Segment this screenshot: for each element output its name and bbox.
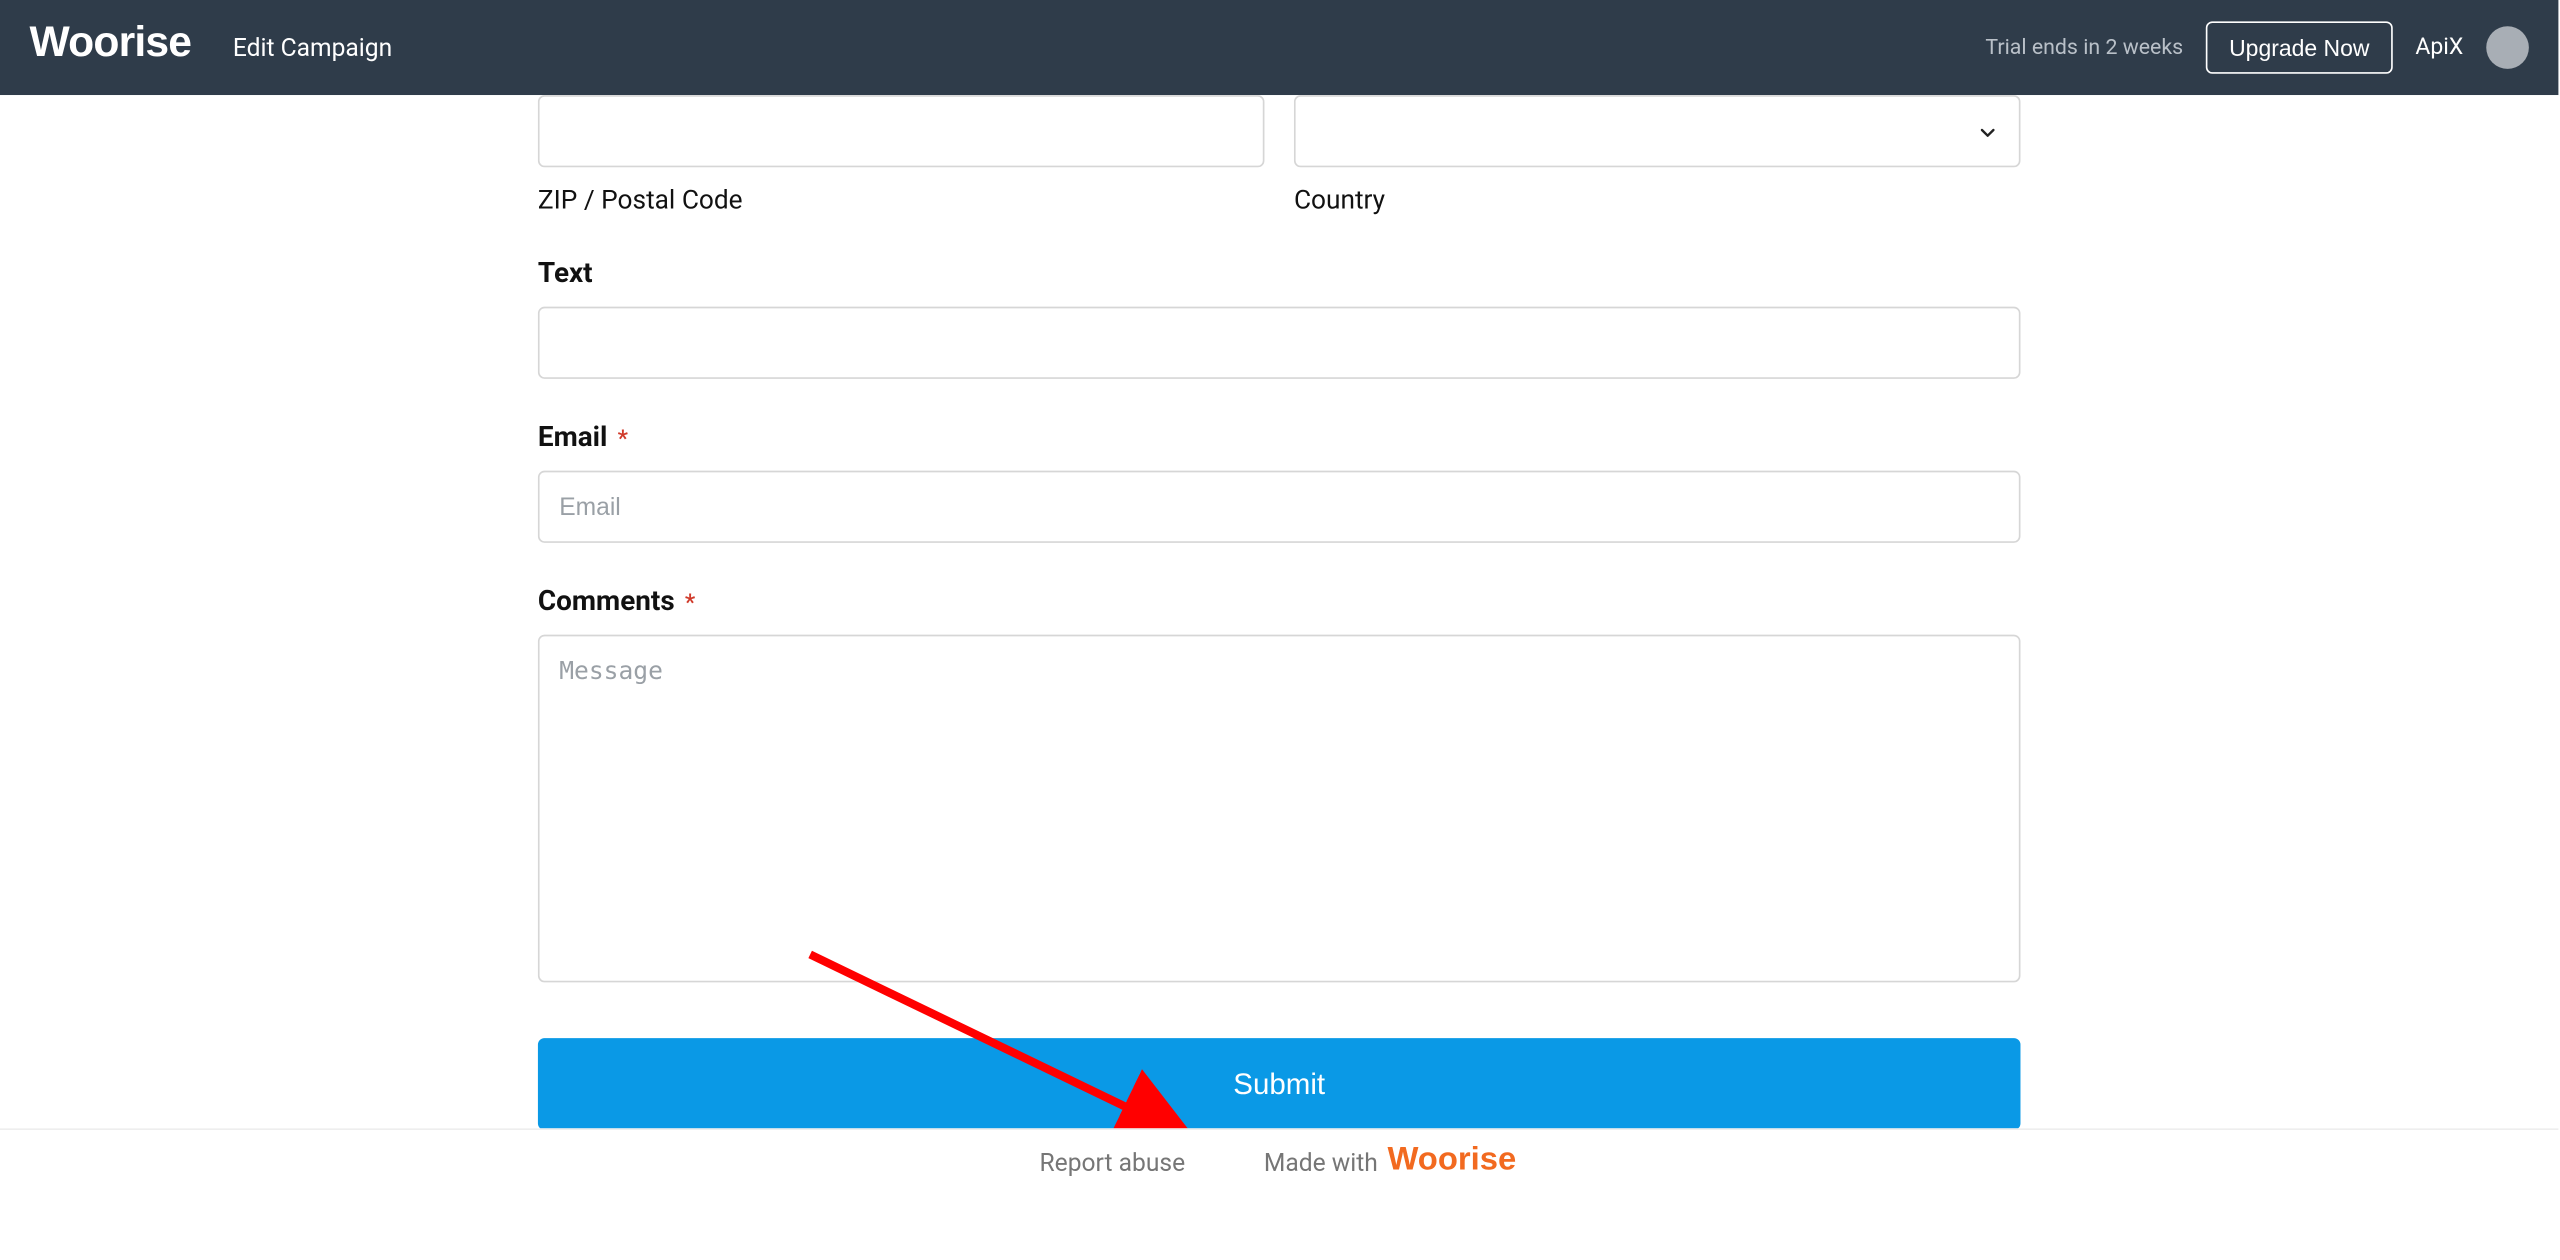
country-sublabel: Country xyxy=(1294,184,2021,215)
zip-input[interactable] xyxy=(538,95,1265,167)
svg-text:Woorise: Woorise xyxy=(1388,1140,1517,1176)
svg-text:Woorise: Woorise xyxy=(30,21,192,64)
email-label-text: Email xyxy=(538,421,608,454)
trial-status: Trial ends in 2 weeks xyxy=(1985,35,2183,60)
footer: Report abuse Made with Woorise xyxy=(0,1128,2558,1194)
zip-sublabel: ZIP / Postal Code xyxy=(538,184,1265,215)
comments-label-text: Comments xyxy=(538,585,675,618)
woorise-footer-logo-icon: Woorise xyxy=(1388,1140,1519,1176)
email-input[interactable] xyxy=(538,471,2021,543)
campaign-form: ZIP / Postal Code Country Text Email * xyxy=(538,95,2021,1130)
submit-button[interactable]: Submit xyxy=(538,1038,2021,1130)
logo: Woorise xyxy=(30,21,197,75)
upgrade-button[interactable]: Upgrade Now xyxy=(2206,21,2392,73)
app-header: Woorise Edit Campaign Trial ends in 2 we… xyxy=(0,0,2558,95)
avatar[interactable] xyxy=(2486,26,2529,69)
content-area: ZIP / Postal Code Country Text Email * xyxy=(0,95,2558,1194)
address-row: ZIP / Postal Code Country xyxy=(538,95,2021,215)
required-mark: * xyxy=(685,590,695,616)
page-title: Edit Campaign xyxy=(233,33,392,63)
comments-field-label: Comments * xyxy=(538,585,2021,618)
country-select[interactable] xyxy=(1294,95,2021,167)
zip-column: ZIP / Postal Code xyxy=(538,95,1265,215)
text-input[interactable] xyxy=(538,307,2021,379)
chevron-down-icon xyxy=(1976,120,1999,143)
required-mark: * xyxy=(618,426,628,452)
comments-textarea[interactable] xyxy=(538,635,2021,983)
header-right: Trial ends in 2 weeks Upgrade Now ApiX xyxy=(1985,21,2528,73)
country-column: Country xyxy=(1294,95,2021,215)
woorise-logo-icon: Woorise xyxy=(30,21,197,64)
user-name[interactable]: ApiX xyxy=(2415,34,2463,60)
made-with: Made with Woorise xyxy=(1264,1140,1519,1184)
woorise-brand-link[interactable]: Woorise xyxy=(1388,1140,1519,1184)
made-with-text: Made with xyxy=(1264,1147,1378,1177)
report-abuse-link[interactable]: Report abuse xyxy=(1040,1147,1186,1177)
email-field-label: Email * xyxy=(538,421,2021,454)
text-field-label: Text xyxy=(538,257,2021,290)
